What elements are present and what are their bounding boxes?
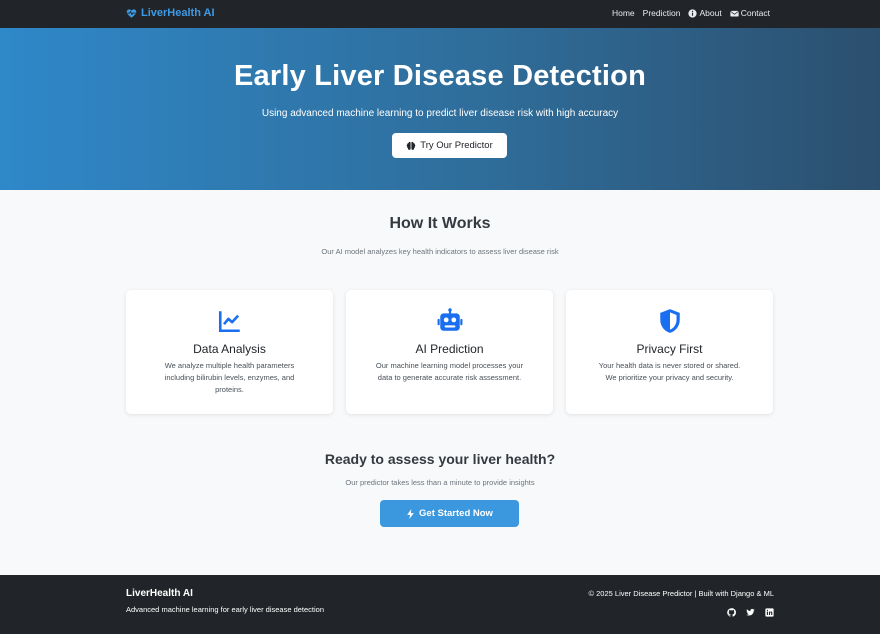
footer-copyright: © 2025 Liver Disease Predictor | Built w…: [588, 589, 774, 598]
how-it-works-title: How It Works: [389, 215, 491, 232]
card-title: Data Analysis: [193, 342, 266, 356]
get-started-label: Get Started Now: [419, 508, 493, 519]
shield-icon: [659, 309, 680, 333]
linkedin-icon: [765, 608, 774, 617]
navbar: LiverHealth AI Home Prediction About Con…: [0, 0, 880, 28]
nav-home[interactable]: Home: [612, 8, 635, 18]
card-text: We analyze multiple health parameters in…: [164, 361, 295, 394]
try-predictor-button[interactable]: Try Our Predictor: [392, 133, 507, 158]
github-icon: [727, 608, 736, 617]
navbar-brand[interactable]: LiverHealth AI: [126, 7, 215, 19]
card-title: Privacy First: [636, 342, 703, 356]
bolt-icon: [407, 508, 414, 519]
footer-description: Advanced machine learning for early live…: [126, 605, 325, 614]
brain-icon: [406, 141, 416, 150]
nav-links: Home Prediction About Contact: [612, 8, 770, 18]
hero-title: Early Liver Disease Detection: [234, 60, 646, 92]
get-started-button[interactable]: Get Started Now: [380, 500, 519, 527]
linkedin-link[interactable]: [765, 608, 774, 617]
cta-subtitle: Our predictor takes less than a minute t…: [345, 478, 535, 487]
feature-card-privacy-first: Privacy First Your health data is never …: [566, 290, 773, 414]
footer: LiverHealth AI Advanced machine learning…: [0, 575, 880, 634]
twitter-link[interactable]: [746, 608, 755, 617]
try-predictor-label: Try Our Predictor: [420, 140, 493, 151]
hero-subtitle: Using advanced machine learning to predi…: [261, 108, 619, 119]
nav-prediction[interactable]: Prediction: [643, 8, 681, 18]
how-it-works-subtitle: Our AI model analyzes key health indicat…: [321, 247, 559, 256]
github-link[interactable]: [727, 608, 736, 617]
hero-section: Early Liver Disease Detection Using adva…: [0, 28, 880, 190]
twitter-icon: [746, 608, 755, 616]
cta-title: Ready to assess your liver health?: [324, 451, 556, 467]
card-text: Our machine learning model processes you…: [375, 361, 524, 382]
social-links: [727, 608, 774, 617]
feature-card-ai-prediction: AI Prediction Our machine learning model…: [346, 290, 553, 414]
feature-card-data-analysis: Data Analysis We analyze multiple health…: [126, 290, 333, 414]
card-title: AI Prediction: [415, 342, 484, 356]
nav-contact[interactable]: Contact: [729, 8, 770, 18]
brand-label: LiverHealth AI: [141, 7, 215, 19]
card-text: Your health data is never stored or shar…: [598, 361, 741, 382]
envelope-icon: [729, 10, 739, 16]
nav-home-label: Home: [611, 8, 635, 18]
heart-pulse-icon: [126, 8, 137, 18]
info-circle-icon: [688, 8, 698, 18]
nav-about-label: About: [699, 8, 722, 18]
chart-line-icon: [218, 311, 240, 333]
robot-icon: [437, 308, 462, 331]
nav-prediction-label: Prediction: [642, 8, 681, 18]
nav-about[interactable]: About: [688, 8, 722, 18]
footer-brand: LiverHealth AI: [126, 588, 193, 599]
nav-contact-label: Contact: [740, 8, 770, 18]
